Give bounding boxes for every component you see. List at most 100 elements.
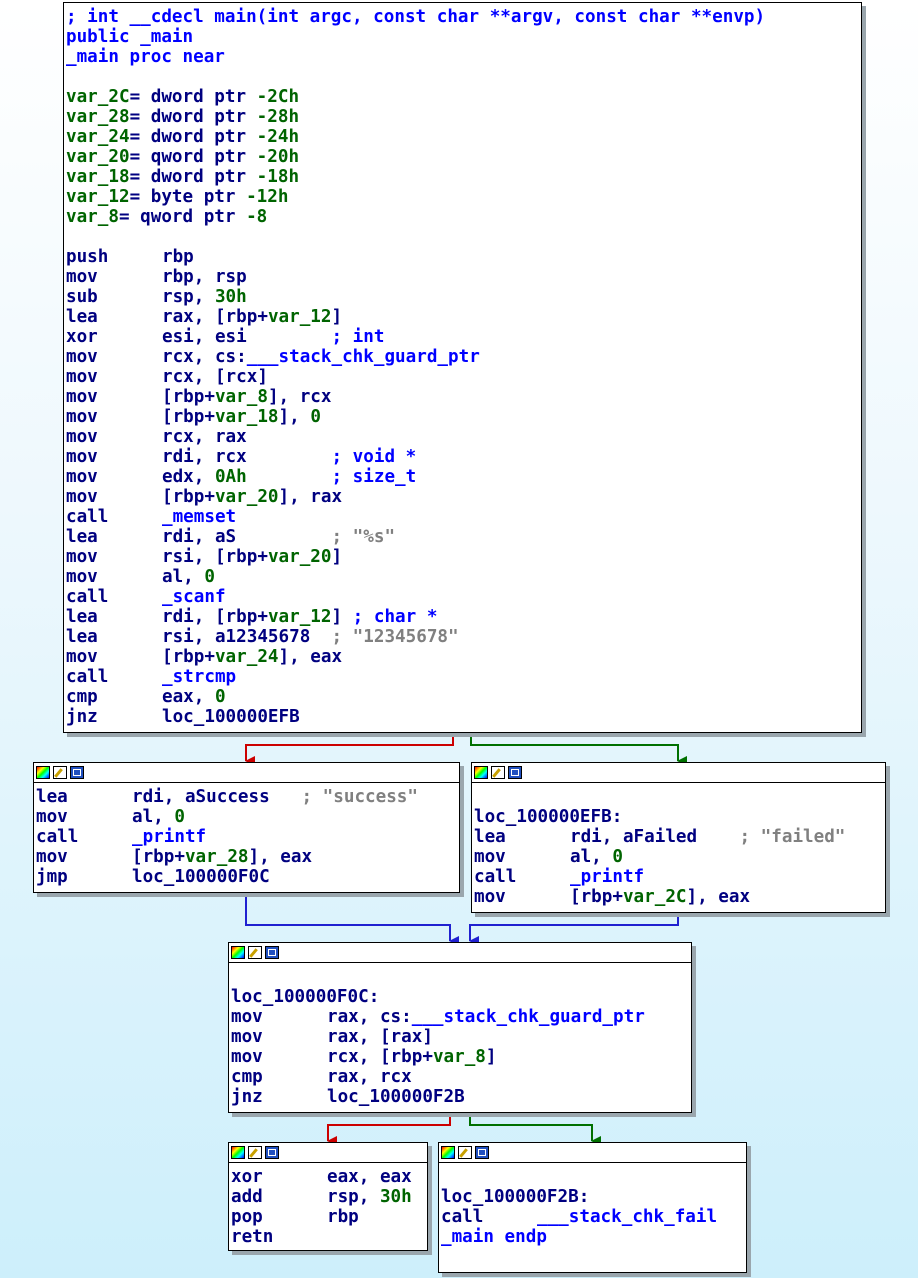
var-name[interactable]: var_12 (66, 187, 130, 207)
instruction-line[interactable]: mov al, 0 (36, 807, 459, 827)
code-line[interactable] (474, 787, 885, 807)
instruction-line[interactable]: mov rdi, rcx ; void * (66, 447, 861, 467)
operands[interactable]: edx, 0Ah (162, 467, 247, 487)
instruction-line[interactable]: call _scanf (66, 587, 861, 607)
operands[interactable]: ___stack_chk_fail (537, 1207, 717, 1227)
edit-icon[interactable] (248, 1146, 262, 1159)
instruction-line[interactable]: pop rbp (231, 1207, 427, 1227)
code-line[interactable] (441, 1167, 746, 1187)
code-line[interactable] (231, 967, 691, 987)
operands[interactable]: al, 0 (570, 847, 623, 867)
instruction-line[interactable]: call _strcmp (66, 667, 861, 687)
operands[interactable]: rbp (327, 1207, 359, 1227)
operands[interactable]: loc_100000F2B (327, 1087, 465, 1107)
edit-icon[interactable] (491, 766, 505, 779)
stack-var-line[interactable]: var_20= qword ptr -20h (66, 147, 861, 167)
operands[interactable]: rsp, 30h (327, 1187, 412, 1207)
instruction-line[interactable]: mov rcx, rax (66, 427, 861, 447)
graph-view-icon[interactable] (70, 766, 84, 779)
var-name[interactable]: var_8 (66, 207, 119, 227)
code-line[interactable]: _main endp (441, 1227, 746, 1247)
stack-check-block[interactable]: loc_100000F0C: mov rax, cs:___stack_chk_gu… (228, 942, 692, 1113)
instruction-line[interactable]: mov [rbp+var_28], eax (36, 847, 459, 867)
operands[interactable]: rax, rcx (327, 1067, 412, 1087)
instruction-line[interactable]: lea rdi, aS ; "%s" (66, 527, 861, 547)
code-line[interactable]: loc_100000F2B: (441, 1187, 746, 1207)
edit-icon[interactable] (53, 766, 67, 779)
code-line[interactable]: public _main (66, 27, 861, 47)
instruction-line[interactable]: xor esi, esi ; int (66, 327, 861, 347)
graph-view-icon[interactable] (265, 1146, 279, 1159)
edit-icon[interactable] (248, 946, 262, 959)
operands[interactable]: rbp, rsp (162, 267, 247, 287)
stack-var-line[interactable]: var_28= dword ptr -28h (66, 107, 861, 127)
operands[interactable]: _scanf (162, 587, 226, 607)
instruction-line[interactable]: lea rdi, aSuccess ; "success" (36, 787, 459, 807)
operands[interactable]: [rbp+var_24], eax (162, 647, 342, 667)
graph-view-icon[interactable] (508, 766, 522, 779)
operands[interactable]: eax, 0 (162, 687, 226, 707)
stack-var-line[interactable]: var_8= qword ptr -8 (66, 207, 861, 227)
operands[interactable]: rax, [rax] (327, 1027, 433, 1047)
stack-var-line[interactable]: var_18= dword ptr -18h (66, 167, 861, 187)
graph-view-icon[interactable] (265, 946, 279, 959)
instruction-line[interactable]: cmp eax, 0 (66, 687, 861, 707)
instruction-line[interactable]: cmp rax, rcx (231, 1067, 691, 1087)
instruction-line[interactable]: mov [rbp+var_18], 0 (66, 407, 861, 427)
success-block[interactable]: lea rdi, aSuccess ; "success" mov al, 0 call… (33, 762, 460, 893)
var-name[interactable]: var_24 (66, 127, 130, 147)
edit-icon[interactable] (458, 1146, 472, 1159)
instruction-line[interactable]: mov al, 0 (474, 847, 885, 867)
var-name[interactable]: var_18 (66, 167, 130, 187)
code-line[interactable] (66, 227, 861, 247)
code-line[interactable] (66, 67, 861, 87)
operands[interactable]: al, 0 (162, 567, 215, 587)
failed-block[interactable]: loc_100000EFB: lea rdi, aFailed ; "failed"… (471, 762, 886, 913)
color-picker-icon[interactable] (441, 1146, 455, 1159)
operands[interactable]: esi, esi (162, 327, 247, 347)
operands[interactable]: loc_100000F0C (132, 867, 270, 887)
operands[interactable]: loc_100000EFB (162, 707, 300, 727)
instruction-line[interactable]: mov [rbp+var_2C], eax (474, 887, 885, 907)
instruction-line[interactable]: sub rsp, 30h (66, 287, 861, 307)
instruction-line[interactable]: mov edx, 0Ah ; size_t (66, 467, 861, 487)
instruction-line[interactable]: call _printf (474, 867, 885, 887)
instruction-line[interactable]: mov rcx, cs:___stack_chk_guard_ptr (66, 347, 861, 367)
operands[interactable]: _printf (570, 867, 644, 887)
instruction-line[interactable]: mov [rbp+var_20], rax (66, 487, 861, 507)
instruction-line[interactable]: jmp loc_100000F0C (36, 867, 459, 887)
operands[interactable]: rdi, [rbp+var_12] (162, 607, 342, 627)
operands[interactable]: [rbp+var_2C], eax (570, 887, 750, 907)
instruction-line[interactable]: lea rax, [rbp+var_12] (66, 307, 861, 327)
operands[interactable]: rdi, rcx (162, 447, 247, 467)
instruction-line[interactable]: lea rdi, aFailed ; "failed" (474, 827, 885, 847)
operands[interactable]: rcx, [rcx] (162, 367, 268, 387)
code-line[interactable]: loc_100000F0C: (231, 987, 691, 1007)
instruction-line[interactable]: mov rbp, rsp (66, 267, 861, 287)
color-picker-icon[interactable] (36, 766, 50, 779)
instruction-line[interactable]: jnz loc_100000EFB (66, 707, 861, 727)
operands[interactable]: rsi, a12345678 (162, 627, 310, 647)
operands[interactable]: rax, cs:___stack_chk_guard_ptr (327, 1007, 645, 1027)
var-name[interactable]: var_20 (66, 147, 130, 167)
instruction-line[interactable]: jnz loc_100000F2B (231, 1087, 691, 1107)
code-line[interactable]: loc_100000EFB: (474, 807, 885, 827)
operands[interactable]: rsi, [rbp+var_20] (162, 547, 342, 567)
instruction-line[interactable]: call _printf (36, 827, 459, 847)
graph-view-icon[interactable] (475, 1146, 489, 1159)
code-line[interactable]: _main proc near (66, 47, 861, 67)
var-name[interactable]: var_2C (66, 87, 130, 107)
operands[interactable]: rdi, aSuccess (132, 787, 270, 807)
instruction-line[interactable]: mov rcx, [rbp+var_8] (231, 1047, 691, 1067)
instruction-line[interactable]: push rbp (66, 247, 861, 267)
stack-var-line[interactable]: var_24= dword ptr -24h (66, 127, 861, 147)
main-block[interactable]: ; int __cdecl main(int argc, const char … (63, 2, 862, 733)
instruction-line[interactable]: mov rax, [rax] (231, 1027, 691, 1047)
operands[interactable]: rcx, rax (162, 427, 247, 447)
instruction-line[interactable]: lea rsi, a12345678 ; "12345678" (66, 627, 861, 647)
operands[interactable]: eax, eax (327, 1167, 412, 1187)
operands[interactable]: rdi, aFailed (570, 827, 697, 847)
operands[interactable]: rcx, [rbp+var_8] (327, 1047, 497, 1067)
var-name[interactable]: var_28 (66, 107, 130, 127)
instruction-line[interactable]: call ___stack_chk_fail (441, 1207, 746, 1227)
